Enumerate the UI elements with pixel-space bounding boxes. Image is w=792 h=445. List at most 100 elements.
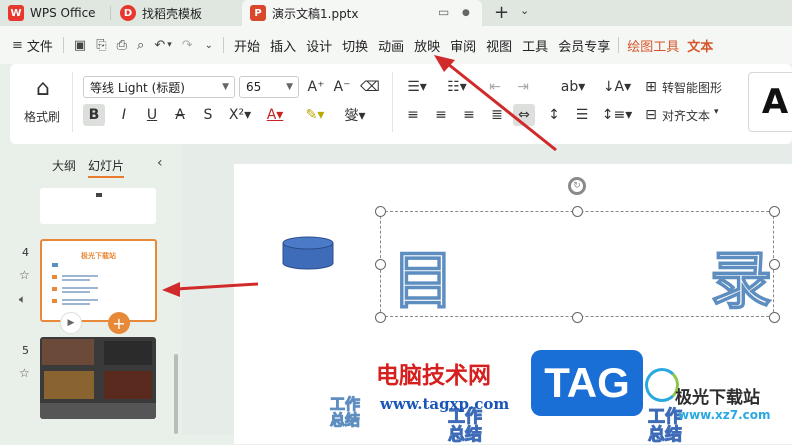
- sort-icon[interactable]: ↓A▾: [602, 76, 632, 98]
- line-spacing-icon[interactable]: ↕: [543, 104, 565, 126]
- bold-icon[interactable]: B: [83, 104, 105, 126]
- format-painter-label[interactable]: 格式刷: [24, 108, 60, 125]
- more-icon[interactable]: ⌄: [205, 40, 213, 51]
- decrease-indent-icon[interactable]: ⇤: [484, 76, 506, 98]
- tab-outline[interactable]: 大纲: [52, 157, 76, 174]
- align-left-icon[interactable]: ≡: [402, 104, 424, 126]
- menu-insert[interactable]: 插入: [270, 36, 296, 55]
- slide-thumbnail-4[interactable]: 极光下载站: [40, 239, 157, 322]
- ribbon: ⌂ 格式刷 等线 Light (标题) ▼ 65 ▼ A⁺ A⁻ ⌫ B I U…: [10, 64, 792, 144]
- menu-review[interactable]: 审阅: [450, 36, 476, 55]
- chevron-down-icon[interactable]: ▾: [714, 107, 719, 117]
- menu-transitions[interactable]: 切换: [342, 36, 368, 55]
- hamburger-icon[interactable]: ≡: [12, 38, 23, 53]
- font-size-select[interactable]: 65 ▼: [239, 76, 299, 98]
- menu-slideshow[interactable]: 放映: [414, 36, 440, 55]
- tab-label: WPS Office: [30, 6, 96, 20]
- spacing-options-icon[interactable]: ↕≡▾: [602, 104, 633, 126]
- redo-icon[interactable]: ↷: [182, 38, 193, 53]
- file-menu[interactable]: 文件: [27, 36, 53, 55]
- chevron-down-icon: ▼: [222, 82, 229, 92]
- menu-home[interactable]: 开始: [234, 36, 260, 55]
- resize-handle[interactable]: [375, 259, 386, 270]
- slide-thumbnail-3[interactable]: [40, 188, 156, 224]
- font-name-select[interactable]: 等线 Light (标题) ▼: [83, 76, 235, 98]
- sub-text: 工作 总结: [648, 408, 683, 445]
- distribute-icon[interactable]: ⇔: [513, 104, 535, 126]
- menu-drawing-tools[interactable]: 绘图工具: [627, 36, 679, 55]
- highlight-icon[interactable]: ✎▾: [300, 104, 330, 126]
- cylinder-shape[interactable]: [282, 236, 334, 270]
- window-icon[interactable]: ▭: [438, 5, 449, 19]
- slide-thumbnail-5[interactable]: [40, 337, 156, 419]
- slide-number: 5: [22, 344, 29, 357]
- resize-handle[interactable]: [769, 206, 780, 217]
- chevron-down-icon[interactable]: ▾: [167, 40, 172, 50]
- format-painter-icon[interactable]: ⌂: [26, 74, 60, 102]
- title-text-left[interactable]: 目: [391, 230, 455, 320]
- increase-indent-icon[interactable]: ⇥: [512, 76, 534, 98]
- sub-text: 工作 总结: [329, 396, 360, 429]
- slide-panel: 大纲 幻灯片 ‹ 4 ☆ 🔈︎ 极光下载站 ▶ + 5 ☆: [0, 144, 182, 435]
- chevron-down-icon[interactable]: ⌄: [520, 4, 529, 17]
- tab-presentation[interactable]: P 演示文稿1.pptx ▭ ●: [242, 0, 482, 26]
- superscript-icon[interactable]: X²▾: [225, 104, 255, 126]
- menu-tools[interactable]: 工具: [522, 36, 548, 55]
- paragraph-spacing-icon[interactable]: ☰: [571, 104, 593, 126]
- menu-design[interactable]: 设计: [306, 36, 332, 55]
- shadow-icon[interactable]: S: [197, 104, 219, 126]
- align-text-icon[interactable]: ⊟: [642, 104, 660, 126]
- menu-animations[interactable]: 动画: [378, 36, 404, 55]
- justify-icon[interactable]: ≣: [486, 104, 508, 126]
- numbering-icon[interactable]: ☷▾: [442, 76, 472, 98]
- menu-member[interactable]: 会员专享: [558, 36, 610, 55]
- tab-docer-templates[interactable]: D 找稻壳模板: [112, 0, 240, 26]
- rotate-handle-icon[interactable]: ↻: [568, 177, 586, 195]
- scrollbar[interactable]: [174, 354, 178, 434]
- phonetic-icon[interactable]: 燮▾: [340, 104, 370, 126]
- increase-font-icon[interactable]: A⁺: [306, 76, 326, 98]
- italic-icon[interactable]: I: [113, 104, 135, 126]
- resize-handle[interactable]: [572, 206, 583, 217]
- new-tab-button[interactable]: +: [494, 2, 509, 23]
- menu-bar: ≡ 文件 ▣ ⎘ ⎙ ⌕ ↶ ▾ ↷ ⌄ 开始 插入 设计 切换 动画 放映 审…: [0, 26, 792, 64]
- underline-icon[interactable]: U: [141, 104, 163, 126]
- save-icon[interactable]: ▣: [74, 38, 86, 53]
- resize-handle[interactable]: [769, 259, 780, 270]
- undo-icon[interactable]: ↶: [154, 38, 165, 53]
- resize-handle[interactable]: [375, 206, 386, 217]
- print-icon[interactable]: ⎙: [117, 38, 127, 53]
- sub-text-line: 总结: [648, 425, 683, 445]
- resize-handle[interactable]: [572, 312, 583, 323]
- star-icon[interactable]: ☆: [19, 366, 30, 380]
- bullets-icon[interactable]: ☰▾: [402, 76, 432, 98]
- dot-icon[interactable]: ●: [462, 8, 470, 18]
- menu-text[interactable]: 文本: [687, 36, 713, 55]
- play-icon[interactable]: ▶: [60, 312, 82, 334]
- align-center-icon[interactable]: ≡: [430, 104, 452, 126]
- menu-view[interactable]: 视图: [486, 36, 512, 55]
- smart-shape-label[interactable]: 转智能图形: [662, 79, 722, 96]
- slide-number: 4: [22, 246, 29, 259]
- add-slide-icon[interactable]: +: [108, 312, 130, 334]
- preview-icon[interactable]: ⌕: [137, 38, 144, 53]
- font-size-value: 65: [246, 80, 262, 94]
- resize-handle[interactable]: [769, 312, 780, 323]
- tab-wps-office[interactable]: W WPS Office: [0, 0, 110, 26]
- export-icon[interactable]: ⎘: [96, 38, 106, 53]
- star-icon[interactable]: ☆: [19, 268, 30, 282]
- text-style-preview[interactable]: A: [748, 72, 792, 132]
- audio-icon[interactable]: 🔈︎: [19, 292, 26, 307]
- smart-shape-icon[interactable]: ⊞: [642, 76, 660, 98]
- tab-slides[interactable]: 幻灯片: [88, 157, 125, 178]
- clear-format-icon[interactable]: ⌫: [360, 76, 380, 98]
- align-right-icon[interactable]: ≡: [458, 104, 480, 126]
- decrease-font-icon[interactable]: A⁻: [332, 76, 352, 98]
- font-color-icon[interactable]: A▾: [260, 104, 290, 126]
- text-direction-icon[interactable]: ab▾: [558, 76, 588, 98]
- title-text-right[interactable]: 录: [709, 230, 773, 320]
- strikethrough-icon[interactable]: A: [169, 104, 191, 126]
- resize-handle[interactable]: [375, 312, 386, 323]
- collapse-panel-icon[interactable]: ‹: [157, 155, 163, 171]
- align-text-label[interactable]: 对齐文本: [662, 107, 710, 124]
